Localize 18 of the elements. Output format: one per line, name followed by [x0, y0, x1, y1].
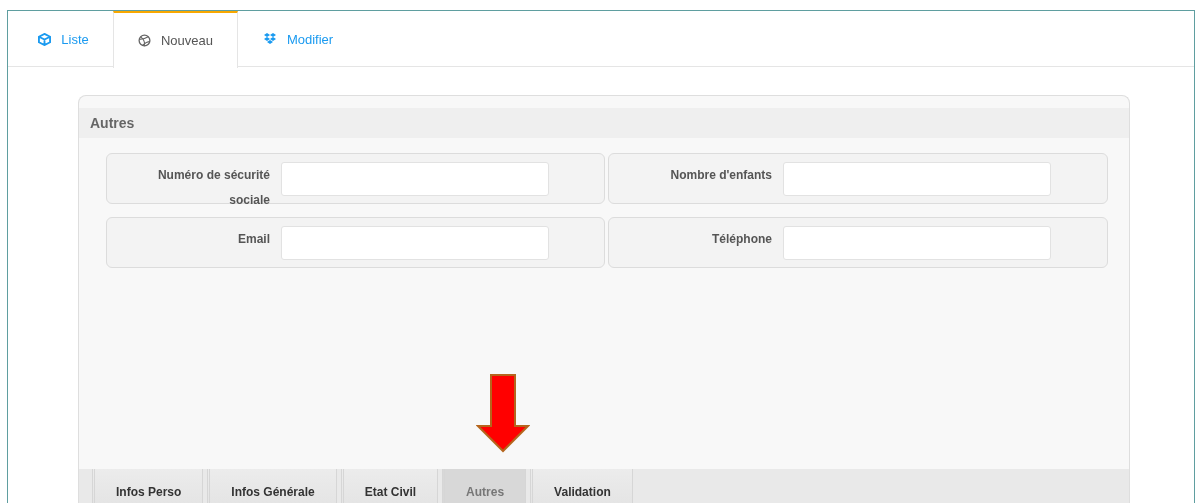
down-arrow-icon — [476, 374, 530, 453]
input-field[interactable] — [783, 162, 1051, 196]
field-label: Email — [237, 231, 270, 248]
input-field[interactable] — [281, 226, 549, 260]
field-label: Téléphone — [711, 231, 772, 248]
section-title: Autres — [90, 113, 135, 133]
input-field[interactable] — [281, 162, 549, 196]
cube-icon — [38, 33, 52, 46]
field-label: Numéro de sécurité sociale — [156, 167, 270, 209]
step-tab[interactable]: Infos Perso — [92, 469, 204, 503]
step-tab[interactable]: Validation — [530, 469, 633, 503]
tab[interactable]: Nouveau — [113, 11, 238, 68]
dropbox-icon — [262, 33, 277, 46]
step-tab[interactable]: Infos Générale — [207, 469, 337, 503]
field-label: Nombre d'enfants — [669, 167, 772, 184]
ball-icon — [137, 34, 151, 47]
step-tab[interactable]: Etat Civil — [340, 469, 439, 503]
input-field[interactable] — [783, 226, 1051, 260]
